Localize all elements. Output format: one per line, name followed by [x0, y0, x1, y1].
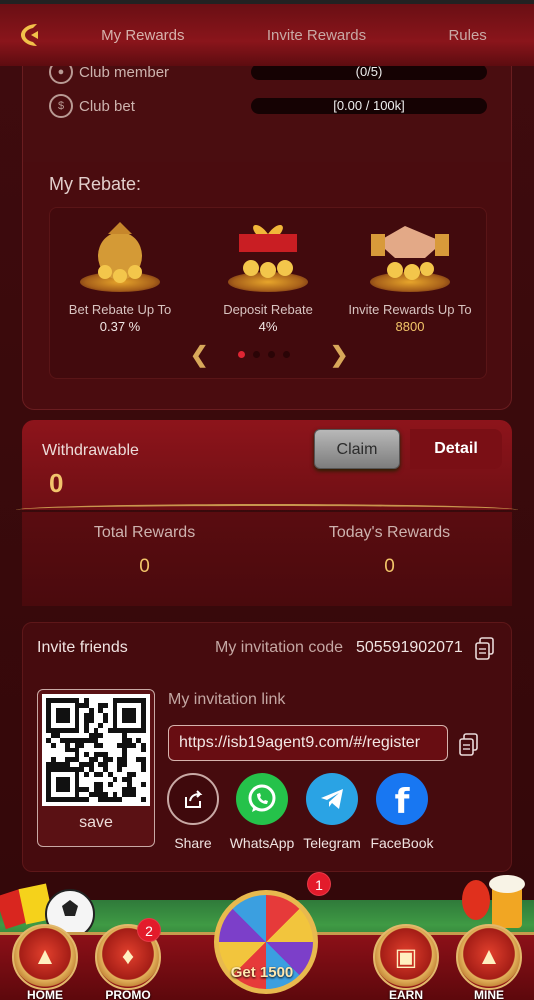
telegram-icon	[306, 773, 358, 825]
carousel-next-button[interactable]: ❯	[330, 342, 348, 368]
carousel-dot[interactable]	[238, 351, 245, 358]
whatsapp-button[interactable]: WhatsApp	[223, 773, 301, 851]
tab-invite-rewards[interactable]: Invite Rewards	[257, 27, 376, 44]
nav-mine[interactable]: ▲ MINE	[449, 924, 529, 1000]
carousel-dots	[238, 351, 290, 358]
home-icon: ▲	[12, 924, 78, 990]
invite-title: Invite friends	[37, 639, 128, 656]
rebate-bet-caption: Bet Rebate Up To	[68, 302, 172, 317]
withdrawable-label: Withdrawable	[42, 442, 139, 459]
detail-button[interactable]: Detail	[410, 429, 502, 469]
invitation-link-label: My invitation link	[168, 691, 286, 708]
nav-mine-label: MINE	[474, 988, 504, 1000]
rebate-item-invite[interactable]: Invite Rewards Up To 8800	[340, 214, 480, 335]
rebate-title: My Rebate:	[49, 174, 142, 194]
carousel-dot[interactable]	[283, 351, 290, 358]
today-rewards-value: 0	[384, 556, 395, 577]
rewards-page: My Rewards Invite Rewards Rules ● Club m…	[0, 0, 534, 1000]
rebate-bet-value: 0.37 %	[99, 319, 141, 334]
promo-badge: 2	[137, 918, 161, 942]
copy-code-icon[interactable]	[475, 637, 495, 661]
nav-earn[interactable]: ▣ EARN	[366, 924, 446, 1000]
claim-button[interactable]: Claim	[314, 429, 400, 469]
facebook-button[interactable]: f FaceBook	[363, 773, 441, 851]
invite-friends-card: Invite friends My invitation code 505591…	[22, 622, 512, 872]
whatsapp-icon	[236, 773, 288, 825]
total-rewards-label: Total Rewards	[93, 524, 196, 541]
copy-link-icon[interactable]	[459, 733, 479, 757]
today-rewards: Today's Rewards 0	[267, 512, 512, 606]
withdrawable-card: Withdrawable 0 Claim Detail	[22, 420, 512, 510]
rebate-item-bet[interactable]: Bet Rebate Up To 0.37 %	[50, 214, 190, 335]
today-rewards-label: Today's Rewards	[328, 524, 451, 541]
facebook-icon: f	[376, 773, 428, 825]
top-bar: My Rewards Invite Rewards Rules	[0, 0, 534, 66]
qr-code-box[interactable]: save	[37, 689, 155, 847]
whatsapp-label: WhatsApp	[229, 835, 295, 851]
back-arrow-icon	[21, 24, 38, 46]
total-rewards-value: 0	[139, 556, 150, 577]
save-qr-button[interactable]: save	[38, 814, 154, 832]
rebate-deposit-value: 4%	[258, 319, 278, 334]
total-rewards: Total Rewards 0	[22, 512, 267, 606]
mine-icon: ▲	[456, 924, 522, 990]
share-label: Share	[174, 835, 212, 851]
nav-promo-label: PROMO	[105, 988, 151, 1000]
gift-coins-icon	[223, 214, 313, 292]
tab-bar: My Rewards Invite Rewards Rules	[60, 27, 534, 44]
carousel-dot[interactable]	[253, 351, 260, 358]
club-bet-progress: [0.00 / 100k]	[251, 98, 487, 114]
rebate-invite-caption: Invite Rewards Up To	[348, 302, 472, 317]
rebate-carousel: Bet Rebate Up To 0.37 % Deposit Rebate 4…	[49, 207, 487, 379]
club-member-label: Club member	[79, 63, 170, 81]
nav-home-label: HOME	[27, 988, 63, 1000]
invitation-link-field[interactable]: https://isb19agent9.com/#/register	[168, 725, 448, 761]
rewards-summary: Total Rewards 0 Today's Rewards 0	[22, 512, 512, 606]
coins-icon: $	[49, 94, 73, 118]
telegram-button[interactable]: Telegram	[293, 773, 371, 851]
back-button[interactable]	[0, 4, 60, 66]
rebate-item-deposit[interactable]: Deposit Rebate 4%	[198, 214, 338, 335]
telegram-label: Telegram	[303, 835, 361, 851]
invitation-code: 505591902071	[356, 639, 463, 656]
carousel-prev-button[interactable]: ❮	[190, 342, 208, 368]
qr-code	[42, 694, 150, 806]
club-member-progress: (0/5)	[251, 64, 487, 80]
share-icon	[167, 773, 219, 825]
club-bet-row: $ Club bet [0.00 / 100k]	[49, 91, 489, 121]
club-bet-label: Club bet	[79, 97, 135, 115]
money-bag-icon	[75, 214, 165, 292]
nav-home[interactable]: ▲ HOME	[5, 924, 85, 1000]
get-bonus-label: Get 1500	[230, 964, 294, 981]
facebook-label: FaceBook	[370, 835, 434, 851]
withdrawable-amount: 0	[49, 468, 64, 498]
share-button[interactable]: Share	[154, 773, 232, 851]
rebate-panel: My Rebate: Bet Rebate Up To 0.37 % Depos…	[22, 162, 512, 410]
bottom-navigation: ▲ HOME ♦ PROMO 2 Get 1500 1 ▣ EARN ▲ MIN…	[0, 872, 534, 1000]
carousel-dot[interactable]	[268, 351, 275, 358]
nav-earn-label: EARN	[388, 988, 423, 1000]
tab-my-rewards[interactable]: My Rewards	[91, 27, 194, 44]
club-progress-card: ● Club member (0/5) $ Club bet [0.00 / 1…	[22, 52, 512, 162]
tab-rules[interactable]: Rules	[438, 27, 496, 44]
gift-icon: ▣	[373, 924, 439, 990]
invitation-code-label: My invitation code	[215, 639, 344, 656]
handshake-coins-icon	[365, 214, 455, 292]
wheel-badge: 1	[307, 872, 331, 896]
rebate-deposit-caption: Deposit Rebate	[223, 302, 313, 317]
rebate-invite-value: 8800	[395, 319, 425, 334]
